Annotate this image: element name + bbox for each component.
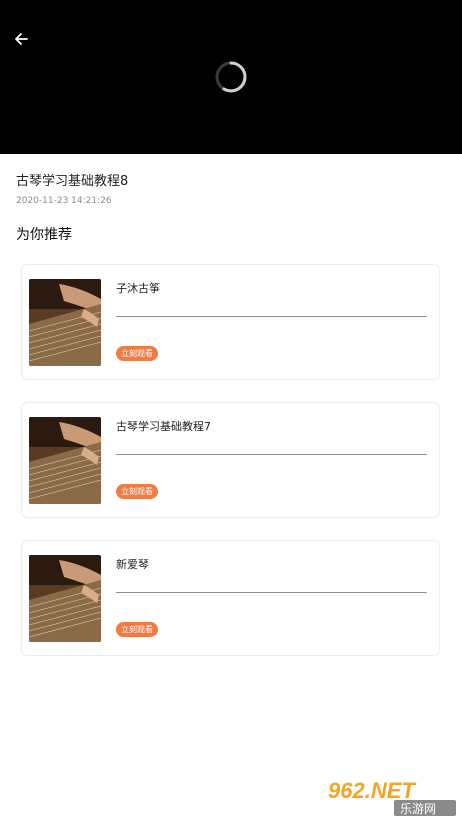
video-player[interactable] xyxy=(0,0,462,154)
guqin-thumbnail xyxy=(29,417,101,504)
video-title: 古琴学习基础教程8 xyxy=(16,174,129,189)
recommend-heading: 为你推荐 xyxy=(16,227,72,243)
watch-now-button[interactable]: 立刻观看 xyxy=(116,346,158,361)
watch-now-button[interactable]: 立刻观看 xyxy=(116,622,158,637)
divider xyxy=(116,454,427,455)
recommend-card[interactable]: 子沐古筝 立刻观看 xyxy=(21,264,440,380)
divider xyxy=(116,316,427,317)
watermark-text: 962.NET xyxy=(328,778,416,803)
arrow-left-icon xyxy=(15,33,28,45)
card-title: 子沐古筝 xyxy=(116,282,160,295)
loading-spinner-icon xyxy=(215,61,247,93)
guqin-thumbnail xyxy=(29,555,101,642)
back-button[interactable] xyxy=(8,26,34,52)
guqin-thumbnail xyxy=(29,279,101,366)
recommend-card[interactable]: 新爱琴 立刻观看 xyxy=(21,540,440,656)
card-title: 新爱琴 xyxy=(116,558,149,571)
divider xyxy=(116,592,427,593)
watermark-subtext: 乐游网 xyxy=(400,802,436,816)
watermark-logo: 962.NET 乐游网 xyxy=(322,774,458,818)
recommend-card[interactable]: 古琴学习基础教程7 立刻观看 xyxy=(21,402,440,518)
video-timestamp: 2020-11-23 14:21:26 xyxy=(16,196,112,206)
watch-now-button[interactable]: 立刻观看 xyxy=(116,484,158,499)
card-title: 古琴学习基础教程7 xyxy=(116,420,211,433)
